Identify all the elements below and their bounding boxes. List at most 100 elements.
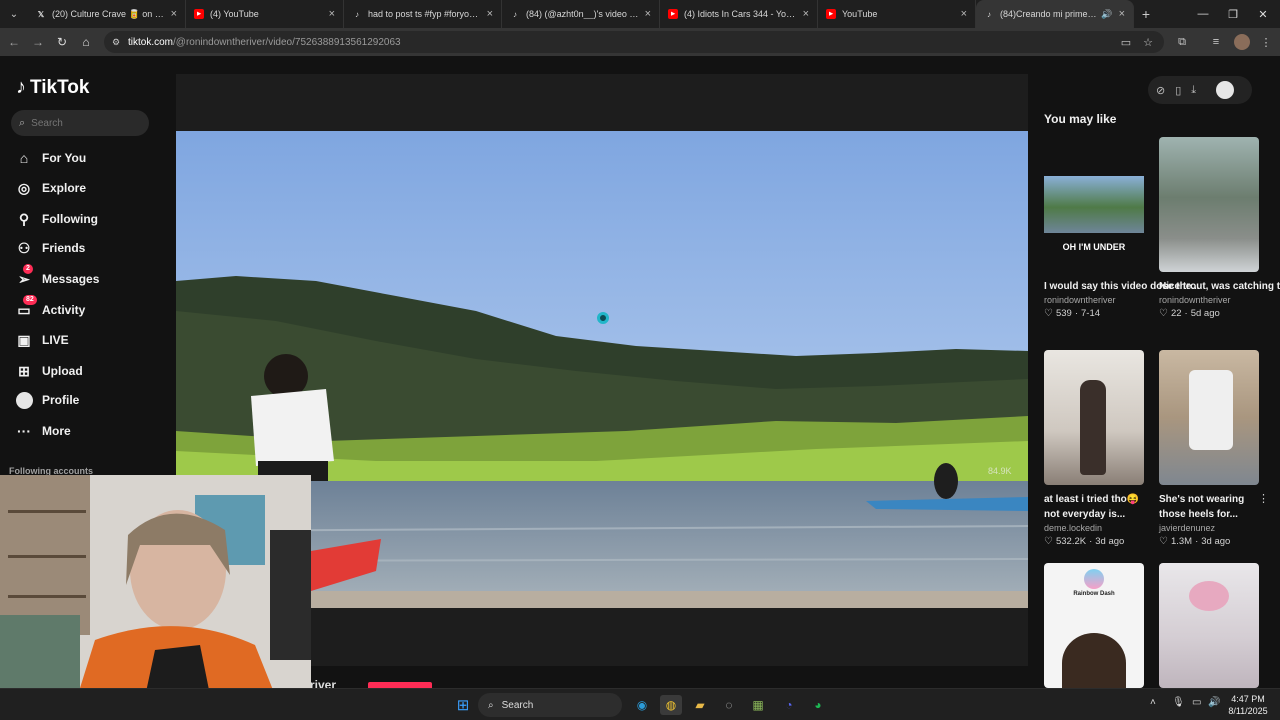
taskbar-search[interactable]: ⌕ Search (478, 693, 622, 717)
activity-badge: 82 (23, 295, 37, 305)
back-icon[interactable]: ← (2, 30, 26, 54)
browser-tab[interactable]: 𝕏 (20) Culture Crave 🥫 on X: "Cr × (28, 0, 186, 28)
forward-icon[interactable]: → (26, 30, 50, 54)
nav-upload[interactable]: ⊞ Upload (15, 359, 83, 383)
cast-icon[interactable]: ▭ (1118, 34, 1134, 50)
address-bar[interactable]: ⚙ tiktok.com/@ronindowntheriver/video/75… (104, 31, 1164, 53)
nav-label: Upload (42, 364, 83, 378)
compass-icon: ◎ (17, 179, 31, 196)
recommended-video-card[interactable]: Rainbow Dash (1044, 563, 1146, 688)
browser-tab[interactable]: ▶ (4) Idiots In Cars 344 - YouTube × (660, 0, 818, 28)
more-icon: ··· (17, 423, 31, 439)
video-thumbnail[interactable] (1159, 563, 1259, 688)
close-tab-icon[interactable]: × (171, 8, 177, 20)
browser-tab-bar: ⌄ 𝕏 (20) Culture Crave 🥫 on X: "Cr × ▶ (… (0, 0, 1280, 28)
profile-avatar (15, 391, 33, 409)
more-options-icon[interactable]: ⋮ (1258, 492, 1269, 505)
card-author[interactable]: ronindowntheriver (1044, 295, 1146, 305)
card-author[interactable]: javierdenunez (1159, 523, 1261, 533)
close-window-icon[interactable]: ✕ (1248, 0, 1278, 28)
taskbar-search-label: Search (501, 699, 534, 711)
card-likes: 1.3M (1170, 536, 1193, 547)
logo-text: TikTok (30, 76, 90, 98)
reload-icon[interactable]: ↻ (50, 30, 74, 54)
nav-explore[interactable]: ◎ Explore (15, 176, 86, 200)
restore-icon[interactable]: ❐ (1218, 0, 1248, 28)
close-tab-icon[interactable]: × (645, 8, 651, 20)
card-author[interactable]: ronindowntheriver (1159, 295, 1261, 305)
tab-title: (4) YouTube (210, 9, 259, 19)
tiktok-icon: ♪ (987, 9, 991, 19)
new-tab-button[interactable]: + (1134, 6, 1158, 22)
browser-tab[interactable]: ▶ YouTube × (818, 0, 976, 28)
obs-icon[interactable]: ◌ (718, 695, 740, 715)
nav-more[interactable]: ··· More (15, 419, 71, 443)
bookmark-star-icon[interactable]: ☆ (1140, 34, 1156, 50)
browser-tab[interactable]: ♪ had to post ts #fyp #foryou #v × (344, 0, 502, 28)
card-likes: 22 (1170, 308, 1182, 319)
spotify-icon[interactable]: ◕ (807, 695, 829, 715)
card-stats: ♡ 539 · 7-14 (1044, 308, 1101, 319)
user-avatar[interactable] (1216, 81, 1235, 99)
video-thumbnail[interactable]: Rainbow Dash (1044, 563, 1144, 688)
browser-tab[interactable]: ▶ (4) YouTube × (186, 0, 344, 28)
browser-menu-icon[interactable]: ⋮ (1258, 34, 1274, 50)
download-icon[interactable]: ⤓ (1191, 84, 1196, 97)
browser-tab[interactable]: ♪ (84) (@azht0n__)'s video of you × (502, 0, 660, 28)
home-icon: ⌂ (19, 150, 29, 166)
close-tab-icon[interactable]: × (961, 8, 967, 20)
recommended-video-card[interactable] (1159, 563, 1261, 688)
minimize-icon[interactable]: — (1188, 0, 1218, 28)
card-likes: 532.2K (1055, 536, 1087, 547)
tiktok-logo[interactable]: ♪ TikTok (16, 76, 89, 99)
microphone-icon[interactable]: 🎙 (1172, 697, 1185, 708)
tab-search-icon[interactable]: ⌄ (0, 0, 28, 28)
video-thumbnail[interactable] (1159, 137, 1259, 272)
close-tab-icon[interactable]: × (329, 8, 335, 20)
chrome-icon[interactable]: ◍ (660, 695, 682, 715)
nav-activity[interactable]: ▭ 82 Activity (15, 295, 85, 322)
nav-label: Messages (42, 272, 100, 286)
media-control-icon[interactable]: ≡ (1208, 34, 1224, 50)
video-thumbnail[interactable]: OH I'M UNDER (1044, 137, 1144, 272)
nav-for-you[interactable]: ⌂ For You (15, 146, 86, 170)
search-input[interactable] (31, 117, 132, 129)
card-author[interactable]: deme.lockedin (1044, 523, 1146, 533)
site-info-icon[interactable]: ⚙ (112, 37, 120, 48)
nav-profile[interactable]: Profile (15, 388, 79, 412)
network-icon[interactable]: ▭ (1192, 697, 1201, 708)
recommended-video-card[interactable]: OH I'M UNDER I would say this video dose… (1044, 137, 1200, 319)
audio-playing-icon[interactable]: 🔊 (1101, 9, 1112, 20)
edge-icon[interactable]: ◉ (631, 695, 653, 715)
search-box[interactable]: ⌕ (11, 110, 149, 136)
nav-messages[interactable]: ➢ 2 Messages (15, 264, 100, 291)
recommended-video-card[interactable]: Nice trout, was catching them han... ron… (1159, 137, 1280, 319)
device-icon[interactable]: ▯ (1175, 84, 1181, 97)
volume-icon[interactable]: 🔊 (1208, 697, 1220, 708)
nav-friends[interactable]: ⚇ Friends (15, 236, 86, 260)
discord-icon[interactable]: ◔ (778, 695, 800, 715)
nav-following[interactable]: ⚲ Following (15, 207, 98, 231)
tray-overflow-icon[interactable]: ˄ (1150, 697, 1156, 708)
coins-icon[interactable]: ⊘ (1156, 84, 1165, 97)
windows-start-icon[interactable]: ⊞ (452, 695, 474, 715)
close-tab-icon[interactable]: × (487, 8, 493, 20)
system-clock[interactable]: 4:47 PM 8/11/2025 (1226, 693, 1270, 717)
close-tab-icon[interactable]: × (1119, 8, 1125, 20)
following-icon: ⚲ (18, 210, 30, 227)
home-icon[interactable]: ⌂ (74, 30, 98, 54)
recommended-video-card[interactable]: She's not wearing those heels for... jav… (1159, 350, 1269, 547)
video-thumbnail[interactable] (1159, 350, 1259, 485)
nav-live[interactable]: ▣ LIVE (15, 328, 68, 352)
profile-avatar-icon[interactable] (1234, 34, 1250, 50)
cursor-indicator (597, 312, 609, 324)
browser-tab-active[interactable]: ♪ (84)Creando mi primer vide 🔊 × (976, 0, 1134, 28)
extensions-icon[interactable]: ⧉ (1174, 34, 1190, 50)
file-explorer-icon[interactable]: ▰ (689, 695, 711, 715)
video-thumbnail[interactable] (1044, 350, 1144, 485)
recommended-video-card[interactable]: at least i tried tho😝 not everyday is...… (1044, 350, 1146, 547)
messages-badge: 2 (23, 264, 33, 274)
close-tab-icon[interactable]: × (803, 8, 809, 20)
card-age: 7-14 (1081, 308, 1101, 319)
minecraft-icon[interactable]: ▦ (747, 695, 769, 715)
